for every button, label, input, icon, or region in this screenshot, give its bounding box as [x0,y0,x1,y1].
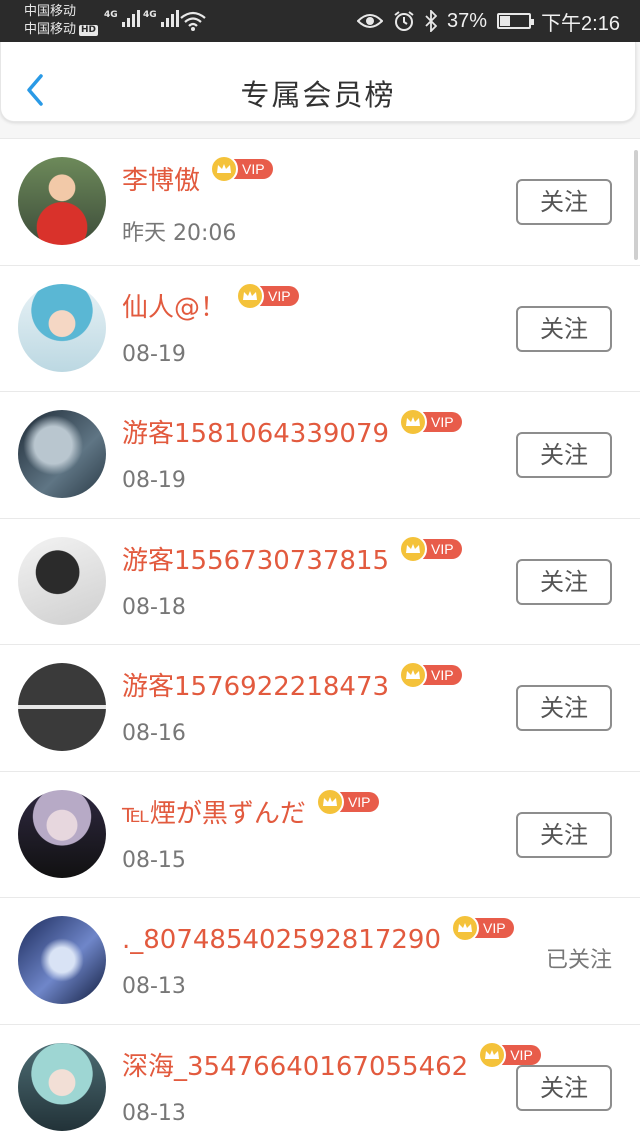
member-date: 08-16 [122,721,186,746]
status-bar: 中国移动 中国移动 HD 4G 4G 37% 下午2:16 [0,0,640,42]
member-row[interactable]: 仙人@！ VIP 08-19 关注 [0,264,640,391]
member-row[interactable]: 游客1576922218473 VIP 08-16 关注 [0,644,640,771]
member-name: 仙人@！ [122,292,227,323]
member-name: 游客1576922218473 [122,672,390,702]
follow-button[interactable]: 关注 [516,305,612,352]
crown-icon [236,281,265,310]
scrollbar[interactable] [634,150,638,260]
avatar[interactable] [18,157,106,245]
member-row[interactable]: 游客1556730737815 VIP 08-18 关注 [0,517,640,644]
carrier-2: 中国移动 [24,22,77,37]
crown-icon [315,787,344,816]
member-date: 08-19 [122,468,186,493]
vip-badge: VIP [236,281,299,310]
crown-icon [451,914,480,942]
member-row[interactable]: 游客1581064339079 VIP 08-19 关注 [0,391,640,518]
member-date: 08-13 [122,1100,186,1126]
member-date: 08-18 [122,594,186,620]
member-list: 李博傲 VIP 昨天 20:06 关注 仙人@！ VIP 08-19 关注 游客15810643… [0,138,640,1138]
follow-button[interactable]: 关注 [516,685,612,731]
vip-badge: VIP [315,787,379,816]
crown-icon [399,408,428,436]
member-name-line: 游客1576922218473 VIP [122,661,462,705]
network-type-1: 4G [104,10,118,20]
follow-button[interactable]: 关注 [516,1064,612,1111]
crown-icon [478,1040,507,1069]
member-name-line: 游客1556730737815 VIP [122,534,462,579]
member-row[interactable]: ℡煙が黒ずんだ VIP 08-15 关注 [0,770,640,897]
member-name-line: 游客1581064339079 VIP [122,408,462,452]
member-name-line: 深海_35476640167055462 VIP [122,1040,541,1085]
hd-badge: HD [79,25,99,36]
signal-icon: 4G [104,10,140,27]
follow-button[interactable]: 关注 [516,179,612,225]
vip-badge: VIP [399,661,462,689]
crown-icon [210,155,239,183]
member-name-line: 李博傲 VIP [122,155,273,199]
avatar[interactable] [18,283,106,372]
member-name: ℡煙が黒ずんだ [122,798,306,829]
battery-percent: 37% [447,9,488,32]
page-title: 专属会员榜 [240,78,396,112]
avatar[interactable] [18,916,106,1004]
follow-button[interactable]: 关注 [516,811,612,858]
signal-icon-2: 4G [143,10,179,27]
member-date: 08-15 [122,847,186,873]
vip-badge: VIP [478,1040,541,1069]
member-date: 08-13 [122,974,186,999]
member-row[interactable]: 深海_35476640167055462 VIP 08-13 关注 [0,1023,640,1138]
network-type-2: 4G [143,10,157,20]
follow-button[interactable]: 关注 [516,432,612,478]
carrier-info: 中国移动 中国移动 HD [24,3,99,39]
crown-icon [399,661,428,689]
eye-icon [357,14,384,28]
vip-badge: VIP [399,534,462,563]
header-card: 专属会员榜 [0,42,636,122]
member-date: 昨天 20:06 [122,221,237,246]
clock: 下午2:16 [541,12,620,35]
member-row[interactable]: ._807485402592817290 VIP 08-13 已关注 [0,897,640,1024]
member-name: 深海_35476640167055462 [122,1051,469,1082]
followed-label: 已关注 [545,948,612,973]
member-name: ._807485402592817290 [122,925,442,955]
avatar[interactable] [18,789,106,878]
crown-icon [399,534,428,563]
member-row[interactable]: 李博傲 VIP 昨天 20:06 关注 [0,138,640,265]
vip-badge: VIP [399,408,462,436]
battery-fill [500,16,511,26]
alarm-icon [394,11,414,31]
member-name-line: 仙人@！ VIP [122,281,299,326]
member-name-line: ._807485402592817290 VIP [122,914,514,958]
member-name: 游客1556730737815 [122,545,390,576]
avatar[interactable] [18,663,106,751]
member-date: 08-19 [122,341,186,367]
avatar[interactable] [18,536,106,625]
header: 专属会员榜 [0,42,640,138]
vip-badge: VIP [451,914,514,942]
carrier-1: 中国移动 [24,4,77,19]
member-name: 游客1581064339079 [122,419,390,449]
avatar[interactable] [18,410,106,498]
member-name-line: ℡煙が黒ずんだ VIP [122,787,379,832]
follow-button[interactable]: 关注 [516,558,612,605]
battery-icon [497,13,535,29]
member-name: 李博傲 [122,166,201,196]
vip-badge: VIP [210,155,273,183]
bluetooth-icon [425,10,438,32]
wifi-icon [180,11,206,31]
avatar[interactable] [18,1042,106,1131]
